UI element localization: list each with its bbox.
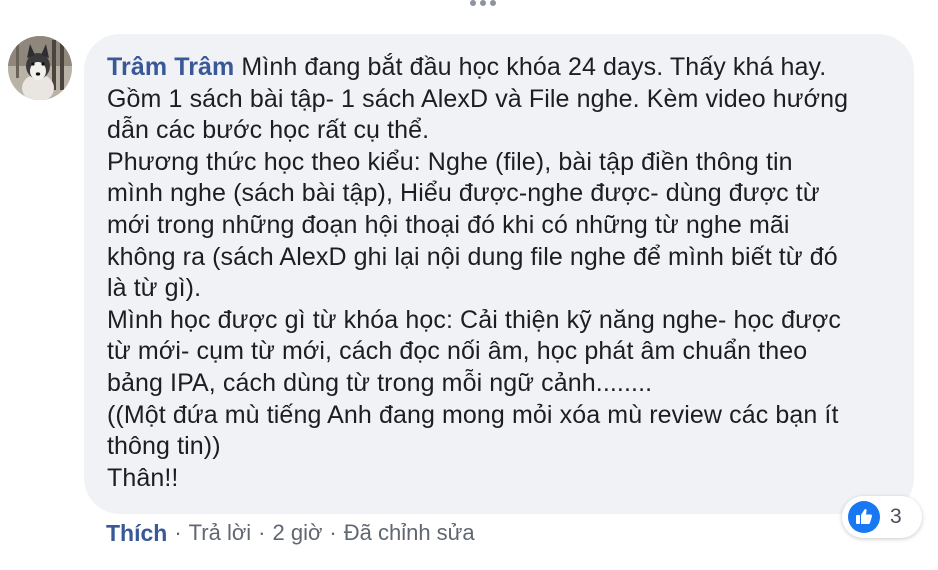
comment-line: Mình đang bắt đầu học khóa 24 days. Thấy… [234,53,827,81]
timestamp-link[interactable]: 2 giờ [273,518,323,548]
comment-actions: Thích · Trả lời · 2 giờ · Đã chỉnh sửa [106,518,475,548]
separator-dot: · [174,520,182,545]
comment-line: thông tin)) [107,432,221,461]
comment-line: mình nghe (sách bài tập), Hiểu được-nghe… [107,179,820,208]
like-link[interactable]: Thích [106,518,167,548]
comment-line: dẫn các bước học rất cụ thể. [107,116,430,145]
comment-line: mới trong những đoạn hội thoại đó khi có… [107,210,790,239]
comment-line: là từ gì). [107,274,202,303]
husky-dog-avatar-icon [8,36,72,100]
separator-dot: · [258,520,266,545]
avatar[interactable] [8,36,72,100]
more-options-icon[interactable] [470,0,500,8]
comment-line: Mình học được gì từ khóa học: Cải thiện … [107,305,842,334]
reaction-summary[interactable]: 3 [842,496,922,538]
comment-line: từ mới- cụm từ mới, cách đọc nối âm, học… [107,337,808,366]
comment-line: Phương thức học theo kiểu: Nghe (file), … [107,147,793,176]
comment-line: Gồm 1 sách bài tập- 1 sách AlexD và File… [107,84,849,113]
comment-line: không ra (sách AlexD ghi lại nội dung fi… [107,242,838,271]
comment-bubble: Trâm Trâm Mình đang bắt đầu học khóa 24 … [84,34,914,514]
reaction-count: 3 [890,505,902,528]
comment-line: Thân!! [107,463,179,492]
comment-first-line: Trâm Trâm Mình đang bắt đầu học khóa 24 … [107,52,890,84]
comment-thread: Trâm Trâm Mình đang bắt đầu học khóa 24 … [0,0,938,570]
edited-label[interactable]: Đã chỉnh sửa [344,518,475,548]
thumbs-up-icon [848,501,880,533]
comment-line: ((Một đứa mù tiếng Anh đang mong mỏi xóa… [107,400,839,429]
comment-author[interactable]: Trâm Trâm [107,53,234,81]
separator-dot: · [329,520,337,545]
comment-line: bảng IPA, cách dùng từ trong mỗi ngữ cản… [107,368,653,397]
reply-link[interactable]: Trả lời [189,518,252,548]
comment-body: Trâm Trâm Mình đang bắt đầu học khóa 24 … [107,52,890,494]
